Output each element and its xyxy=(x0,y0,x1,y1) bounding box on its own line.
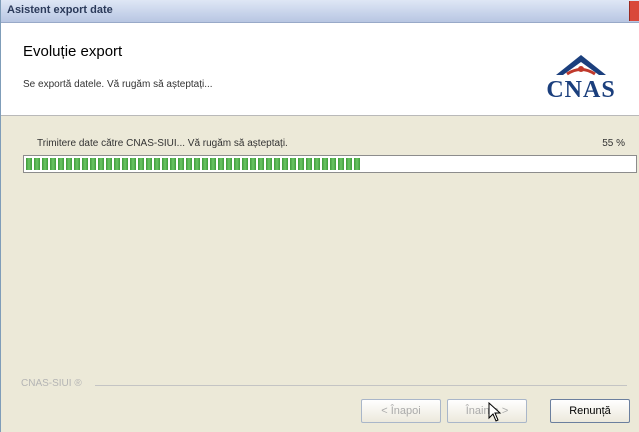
wizard-header: Evoluție export Se exportă datele. Vă ru… xyxy=(1,23,639,116)
progress-label: Trimitere date către CNAS-SIUI... Vă rug… xyxy=(37,138,288,149)
page-title: Evoluție export xyxy=(23,43,123,60)
mouse-cursor-icon xyxy=(488,402,502,422)
window-title: Asistent export date xyxy=(7,4,113,16)
footer-divider xyxy=(95,385,627,386)
back-button[interactable]: < Înapoi xyxy=(361,399,441,423)
cancel-button[interactable]: Renunță xyxy=(550,399,630,423)
title-bar[interactable]: Asistent export date xyxy=(1,0,639,23)
cnas-logo: CNAS xyxy=(531,51,631,111)
close-icon[interactable] xyxy=(629,1,639,21)
footer-label: CNAS-SIUI ® xyxy=(21,378,82,389)
progress-bar-fill xyxy=(26,158,360,170)
page-subtitle: Se exportă datele. Vă rugăm să așteptați… xyxy=(23,79,213,90)
next-button[interactable]: Înainte > xyxy=(447,399,527,423)
logo-text: CNAS xyxy=(546,77,616,103)
progress-bar xyxy=(23,155,637,173)
export-wizard-window: Asistent export date Evoluție export Se … xyxy=(0,0,639,432)
progress-percent: 55 % xyxy=(602,138,625,149)
